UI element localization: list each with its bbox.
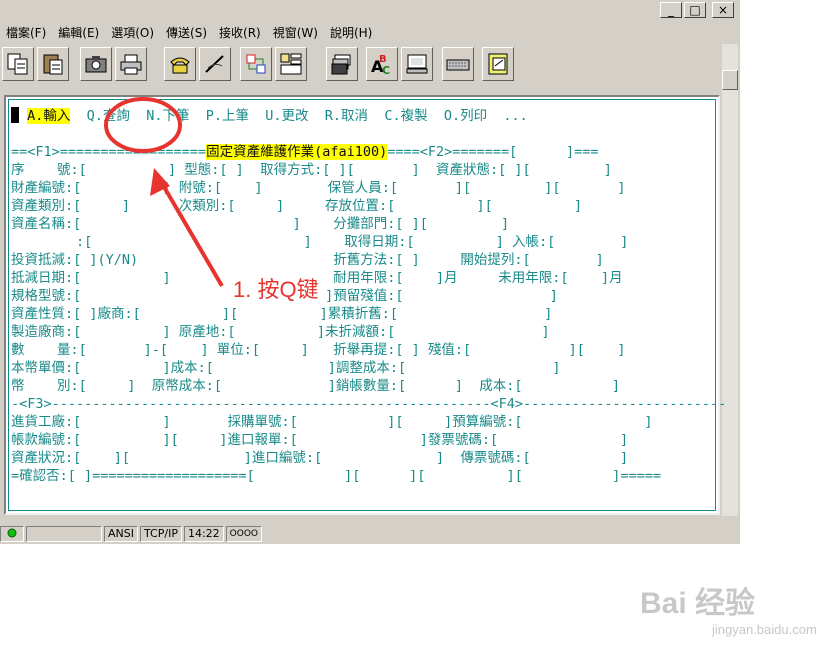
annotation-text: 1. 按Q键 (233, 277, 319, 302)
annotation-arrow-line (158, 178, 224, 288)
highlight-circle (104, 97, 182, 153)
annotation-overlay (104, 97, 224, 288)
baidu-watermark-url: jingyan.baidu.com (712, 622, 817, 637)
baidu-watermark: Bai 经验 (640, 587, 756, 620)
